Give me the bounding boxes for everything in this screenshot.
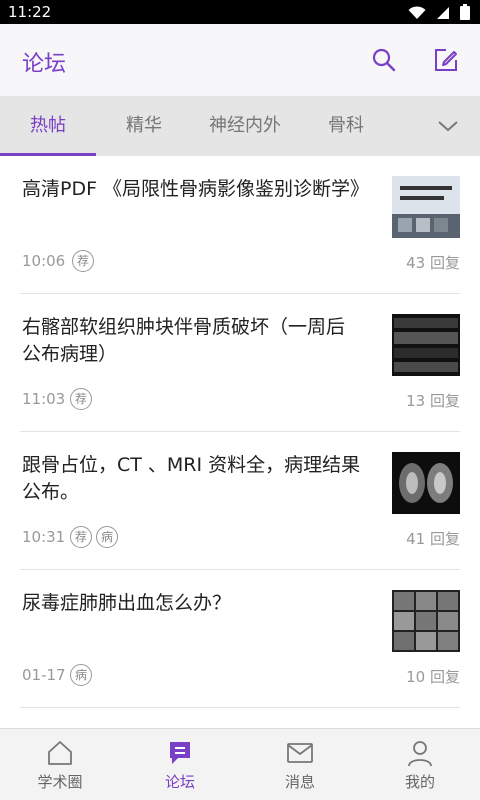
- tab-bar: 热帖 精华 神经内外 骨科: [0, 96, 480, 156]
- post-time: 01-17: [22, 666, 66, 684]
- post-title: 高清PDF 《局限性骨病影像鉴别诊断学》: [22, 178, 370, 200]
- case-badge: 病: [70, 664, 92, 686]
- reply-count: 10 回复: [406, 668, 460, 686]
- nav-forum[interactable]: 论坛: [120, 729, 240, 800]
- book-cover-image: [392, 176, 460, 238]
- post-badges: 荐: [70, 388, 92, 410]
- status-time: 11:22: [8, 3, 52, 21]
- post-badges: 病: [70, 664, 92, 686]
- nav-label: 学术圈: [37, 773, 83, 791]
- search-icon[interactable]: [370, 46, 398, 74]
- post-list[interactable]: 高清PDF 《局限性骨病影像鉴别诊断学》 10:06 荐 43 回复 右髂部软组…: [0, 156, 480, 728]
- recommended-badge: 荐: [72, 250, 94, 272]
- app-bar: 论坛: [0, 24, 480, 96]
- post-time: 11:03: [22, 390, 66, 408]
- post-title: 尿毒症肺肺出血怎么办？: [22, 592, 232, 614]
- nav-label: 我的: [404, 773, 435, 791]
- reply-count: 13 回复: [406, 392, 460, 410]
- person-icon: [406, 739, 434, 767]
- case-badge: 病: [96, 526, 118, 548]
- list-item[interactable]: 右髂部软组织肿块伴骨质破坏（一周后公布病理） 11:03 荐 13 回复: [20, 294, 460, 432]
- recommended-badge: 荐: [70, 388, 92, 410]
- ct-scan-image: [392, 314, 460, 376]
- tab-featured[interactable]: 精华: [96, 96, 192, 156]
- mri-scan-image: [392, 452, 460, 514]
- status-bar: 11:22: [0, 0, 480, 24]
- post-title: 右髂部软组织肿块伴骨质破坏（一周后公布病理）: [22, 316, 346, 365]
- mail-icon: [286, 739, 314, 767]
- chevron-down-icon[interactable]: [436, 114, 460, 138]
- ct-grid-image: [392, 590, 460, 652]
- post-thumbnail: [392, 452, 460, 514]
- nav-messages[interactable]: 消息: [240, 729, 360, 800]
- post-title: 跟骨占位，CT 、MRI 资料全，病理结果公布。: [22, 454, 361, 503]
- home-icon: [46, 739, 74, 767]
- reply-count: 41 回复: [406, 530, 460, 548]
- signal-icon: [436, 5, 450, 24]
- post-thumbnail: [392, 590, 460, 652]
- nav-label: 论坛: [164, 773, 195, 791]
- tab-neuro[interactable]: 神经内外: [192, 96, 298, 156]
- reply-count: 43 回复: [406, 254, 460, 272]
- list-item[interactable]: 高清PDF 《局限性骨病影像鉴别诊断学》 10:06 荐 43 回复: [20, 156, 460, 294]
- page-title: 论坛: [22, 52, 67, 77]
- post-time: 10:06: [22, 252, 66, 270]
- forum-icon: [166, 739, 194, 767]
- nav-academic-circle[interactable]: 学术圈: [0, 729, 120, 800]
- status-icons: [408, 4, 470, 24]
- list-item[interactable]: 跟骨占位，CT 、MRI 资料全，病理结果公布。 10:31 荐 病 41 回复: [20, 432, 460, 570]
- bottom-navigation: 学术圈 论坛 消息 我的: [0, 728, 480, 800]
- wifi-icon: [408, 5, 426, 24]
- post-thumbnail: [392, 176, 460, 238]
- nav-profile[interactable]: 我的: [360, 729, 480, 800]
- post-badges: 荐: [72, 250, 94, 272]
- nav-label: 消息: [284, 773, 315, 791]
- recommended-badge: 荐: [70, 526, 92, 548]
- battery-icon: [460, 4, 470, 24]
- post-thumbnail: [392, 314, 460, 376]
- post-badges: 荐 病: [70, 526, 118, 548]
- tab-orthopedics[interactable]: 骨科: [298, 96, 394, 156]
- compose-icon[interactable]: [432, 46, 460, 74]
- list-item[interactable]: 尿毒症肺肺出血怎么办？ 01-17 病 10 回复: [20, 570, 460, 708]
- post-time: 10:31: [22, 528, 66, 546]
- tab-hot[interactable]: 热帖: [0, 96, 96, 156]
